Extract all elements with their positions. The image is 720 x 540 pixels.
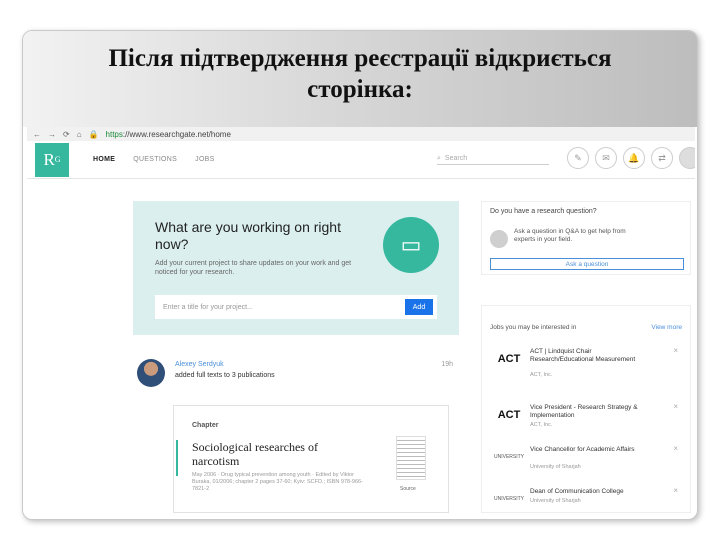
back-icon[interactable]: ← (33, 130, 41, 139)
project-card: What are you working on right now? Add y… (133, 201, 459, 335)
question-text: Ask a question in Q&A to get help from e… (514, 228, 626, 243)
publication-type: Chapter (192, 422, 219, 429)
job-item[interactable]: UNIVERSITY Dean of Communication College… (490, 486, 686, 513)
nav-jobs[interactable]: JOBS (195, 156, 214, 163)
act-logo: ACT (497, 409, 521, 421)
close-icon[interactable]: × (673, 444, 678, 453)
feed-action: added full texts to 3 publications (175, 372, 275, 379)
nav-icons: ✎ ✉ 🔔 ⇄ (567, 147, 695, 169)
job-org: ACT, Inc. (530, 372, 553, 378)
university-logo: UNIVERSITY (494, 454, 525, 460)
publication-meta: May 2006 · Drug typical prevention among… (192, 472, 363, 492)
university-logo: UNIVERSITY (494, 496, 525, 502)
requests-icon[interactable]: ⇄ (651, 147, 673, 169)
url[interactable]: https://www.researchgate.net/home (106, 130, 231, 139)
job-title[interactable]: Vice Chancellor for Academic Affairs (530, 446, 650, 454)
publication-title[interactable]: Sociological researches of narcotism (192, 440, 352, 468)
job-org: University of Sharjah (530, 464, 581, 470)
job-org: University of Sharjah (530, 498, 581, 504)
feed-item: Alexey Serdyuk added full texts to 3 pub… (133, 355, 459, 395)
project-input-placeholder: Enter a title for your project... (163, 303, 253, 311)
url-rest: ://www.researchgate.net/home (122, 129, 231, 139)
lock-icon: 🔒 (88, 129, 99, 139)
accent-bar (176, 440, 178, 476)
reload-icon[interactable]: ⟳ (63, 130, 70, 139)
job-title[interactable]: Dean of Communication College (530, 488, 650, 496)
job-title[interactable]: Vice President - Research Strategy & Imp… (530, 404, 650, 420)
publication-thumbnail[interactable] (396, 436, 426, 480)
slide-title: Після підтвердження реєстрації відкриєть… (23, 31, 697, 127)
close-icon[interactable]: × (673, 346, 678, 355)
avatar (490, 230, 508, 248)
forward-icon[interactable]: → (48, 130, 56, 139)
question-card: Do you have a research question? Ask a q… (481, 201, 691, 275)
act-logo: ACT (497, 353, 521, 365)
search-icon: ⌕ (437, 154, 441, 162)
write-icon[interactable]: ✎ (567, 147, 589, 169)
url-scheme: https (105, 129, 123, 139)
address-bar[interactable]: ← → ⟳ ⌂ 🔒 https://www.researchgate.net/h… (27, 127, 695, 141)
search-placeholder: Search (444, 155, 468, 162)
job-org: ACT, Inc. (530, 422, 553, 428)
jobs-header: Jobs you may be interested in (490, 324, 577, 331)
researchgate-logo[interactable]: RG (35, 142, 69, 177)
publication-source: Source (400, 486, 416, 492)
question-title: Do you have a research question? (490, 208, 597, 215)
publication-card[interactable]: Chapter Sociological researches of narco… (173, 405, 449, 513)
job-item[interactable]: ACT Vice President - Research Strategy &… (490, 402, 686, 442)
close-icon[interactable]: × (673, 402, 678, 411)
author-name[interactable]: Alexey Serdyuk (175, 361, 224, 368)
close-icon[interactable]: × (673, 486, 678, 495)
notifications-icon[interactable]: 🔔 (623, 147, 645, 169)
feed-time: 19h (441, 361, 453, 368)
view-more-link[interactable]: View more (651, 324, 682, 331)
author-photo[interactable] (137, 359, 165, 387)
browser-window: ← → ⟳ ⌂ 🔒 https://www.researchgate.net/h… (27, 127, 695, 513)
job-title[interactable]: ACT | Lindquist Chair Research/Education… (530, 348, 650, 364)
top-nav: RG HOME QUESTIONS JOBS ⌕ Search ✎ ✉ 🔔 ⇄ (27, 141, 695, 179)
home-icon[interactable]: ⌂ (77, 130, 82, 139)
avatar[interactable] (679, 147, 695, 169)
job-item[interactable]: UNIVERSITY Vice Chancellor for Academic … (490, 444, 686, 484)
slide-title-line1: Після підтвердження реєстрації відкриєть… (108, 45, 612, 72)
slide-title-line2: сторінка: (307, 76, 413, 103)
ask-question-button[interactable]: Ask a question (490, 258, 684, 270)
nav-home[interactable]: HOME (93, 156, 115, 163)
job-item[interactable]: ACT ACT | Lindquist Chair Research/Educa… (490, 346, 686, 386)
add-project-button[interactable]: Add (405, 299, 433, 315)
messages-icon[interactable]: ✉ (595, 147, 617, 169)
jobs-card: Jobs you may be interested in View more … (481, 305, 691, 513)
folder-icon: ▭ (383, 217, 439, 273)
project-title-input[interactable]: Enter a title for your project... Add (155, 295, 437, 319)
slide-frame: Після підтвердження реєстрації відкриєть… (22, 30, 698, 520)
project-description: Add your current project to share update… (155, 260, 352, 276)
project-title: What are you working on right now? (155, 219, 341, 252)
search-input[interactable]: ⌕ Search (437, 153, 549, 165)
nav-questions[interactable]: QUESTIONS (133, 156, 177, 163)
